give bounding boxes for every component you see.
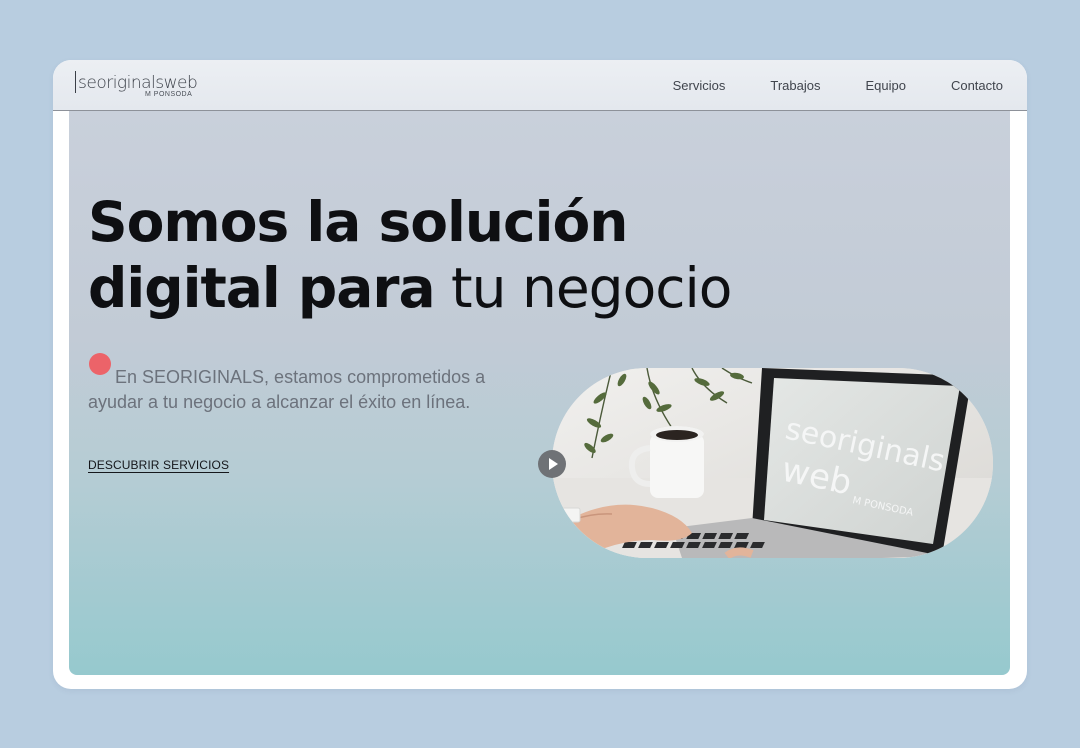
- hero-media-image: seoriginals web M PONSODA: [552, 368, 993, 558]
- main-nav: Servicios Trabajos Equipo Contacto: [628, 60, 1003, 110]
- site-header: seoriginalsweb M PONSODA Servicios Traba…: [53, 60, 1027, 111]
- logo-wordmark: seoriginalsweb: [75, 71, 198, 93]
- nav-item-servicios[interactable]: Servicios: [673, 78, 726, 93]
- hero-intro-text: En SEORIGINALS, estamos comprometidos a …: [88, 367, 486, 412]
- headline-line-1: Somos la solución: [88, 190, 628, 254]
- laptop-scene-illustration: seoriginals web M PONSODA: [552, 368, 993, 558]
- play-icon[interactable]: [538, 450, 566, 478]
- logo-bar-icon: [75, 71, 76, 93]
- nav-item-trabajos[interactable]: Trabajos: [770, 78, 820, 93]
- site-logo[interactable]: seoriginalsweb M PONSODA: [75, 71, 198, 101]
- logo-subtitle: M PONSODA: [145, 91, 193, 98]
- browser-frame: seoriginalsweb M PONSODA Servicios Traba…: [53, 60, 1027, 689]
- headline-line-2-bold: digital para: [88, 256, 436, 320]
- hero-intro: En SEORIGINALS, estamos comprometidos a …: [88, 365, 528, 415]
- nav-item-contacto[interactable]: Contacto: [951, 78, 1003, 93]
- headline-line-2-light: tu negocio: [434, 256, 732, 320]
- nav-item-equipo[interactable]: Equipo: [865, 78, 905, 93]
- hero-headline: Somos la solución digital para tu negoci…: [88, 189, 732, 321]
- discover-services-link[interactable]: DESCUBRIR SERVICIOS: [88, 458, 229, 472]
- hero-section: Somos la solución digital para tu negoci…: [69, 111, 1010, 675]
- logo-main-text: seoriginalsweb: [78, 73, 198, 93]
